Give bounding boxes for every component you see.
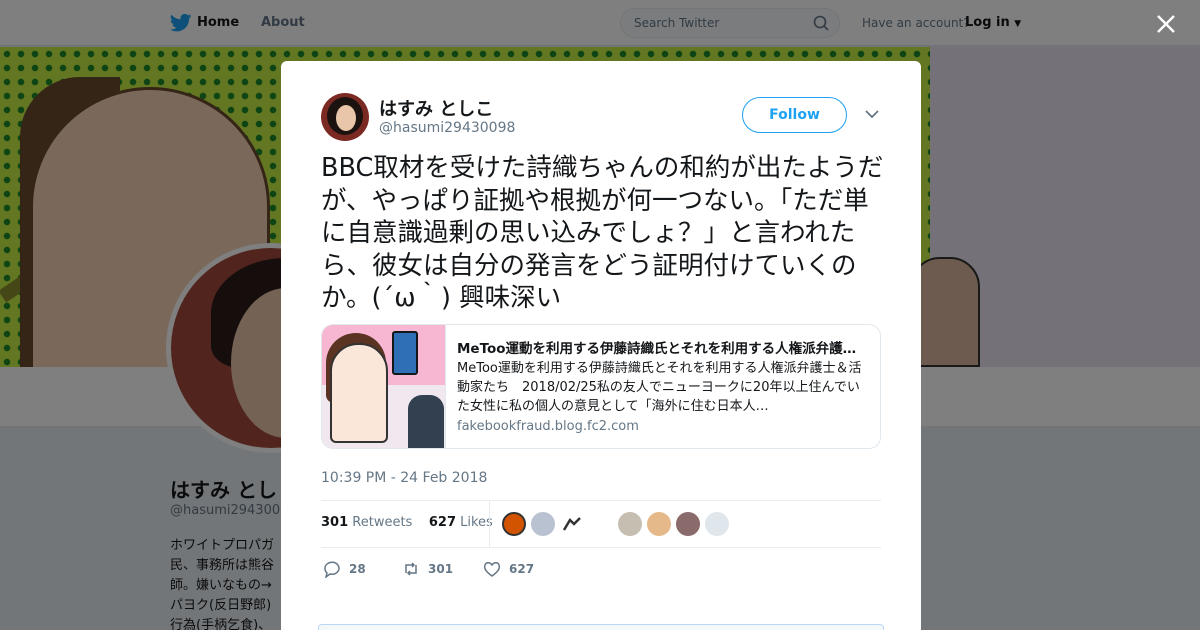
tweet-timestamp[interactable]: 10:39 PM - 24 Feb 2018 bbox=[321, 470, 487, 486]
likes-label: Likes bbox=[460, 515, 493, 530]
liker-avatar[interactable] bbox=[647, 512, 671, 536]
reply-button[interactable]: 28 bbox=[323, 560, 366, 578]
divider bbox=[489, 501, 490, 547]
retweets-count: 301 bbox=[321, 515, 349, 530]
heart-icon bbox=[483, 562, 501, 577]
card-description: MeToo運動を利用する伊藤詩織氏とそれを利用する人権派弁護士＆活動家たち 20… bbox=[457, 361, 862, 414]
close-icon[interactable] bbox=[1155, 13, 1177, 35]
link-card[interactable]: MeToo運動を利用する伊藤詩織氏とそれを利用する人権派弁護… MeToo運動を… bbox=[321, 324, 881, 449]
divider bbox=[321, 500, 881, 501]
avatar-face bbox=[336, 105, 356, 131]
liker-avatar[interactable] bbox=[560, 512, 584, 536]
like-count: 627 bbox=[509, 562, 535, 576]
tweet-modal: はすみ としこ @hasumi29430098 Follow BBC取材を受けた… bbox=[281, 61, 921, 630]
card-thumbnail bbox=[322, 325, 446, 448]
liker-avatar[interactable] bbox=[676, 512, 700, 536]
phone-icon bbox=[392, 331, 418, 375]
retweets-stat[interactable]: 301 Retweets bbox=[321, 515, 412, 530]
retweet-button[interactable]: 301 bbox=[402, 560, 453, 578]
likes-count: 627 bbox=[428, 515, 456, 530]
like-button[interactable]: 627 bbox=[483, 560, 534, 578]
tweet-stats: 301 Retweets 627 Likes bbox=[321, 515, 493, 530]
author-handle[interactable]: @hasumi29430098 bbox=[379, 120, 515, 136]
liker-avatar[interactable] bbox=[618, 512, 642, 536]
thumbnail-figure bbox=[330, 343, 388, 443]
liker-avatar[interactable] bbox=[531, 512, 555, 536]
chevron-down-icon[interactable] bbox=[865, 109, 879, 119]
card-title: MeToo運動を利用する伊藤詩織氏とそれを利用する人権派弁護… bbox=[457, 341, 857, 357]
likes-stat[interactable]: 627 Likes bbox=[429, 515, 493, 530]
author-name[interactable]: はすみ としこ bbox=[379, 95, 493, 121]
author-avatar[interactable] bbox=[321, 93, 369, 141]
tweet-text: BBC取材を受けた詩織ちゃんの和約が出たようだが、やっぱり証拠や根拠が何一つない… bbox=[321, 153, 884, 313]
reply-count: 28 bbox=[349, 562, 366, 576]
liker-avatar[interactable] bbox=[502, 512, 526, 536]
retweets-label: Retweets bbox=[352, 515, 413, 530]
liker-avatar[interactable] bbox=[705, 512, 729, 536]
retweet-count: 301 bbox=[428, 562, 454, 576]
thumbnail-person bbox=[408, 395, 444, 448]
follow-button[interactable]: Follow bbox=[742, 97, 847, 133]
reply-input[interactable] bbox=[318, 624, 884, 630]
divider bbox=[321, 547, 881, 548]
retweet-icon bbox=[405, 562, 417, 576]
reply-icon bbox=[324, 561, 340, 578]
card-domain: fakebookfraud.blog.fc2.com bbox=[457, 419, 639, 434]
